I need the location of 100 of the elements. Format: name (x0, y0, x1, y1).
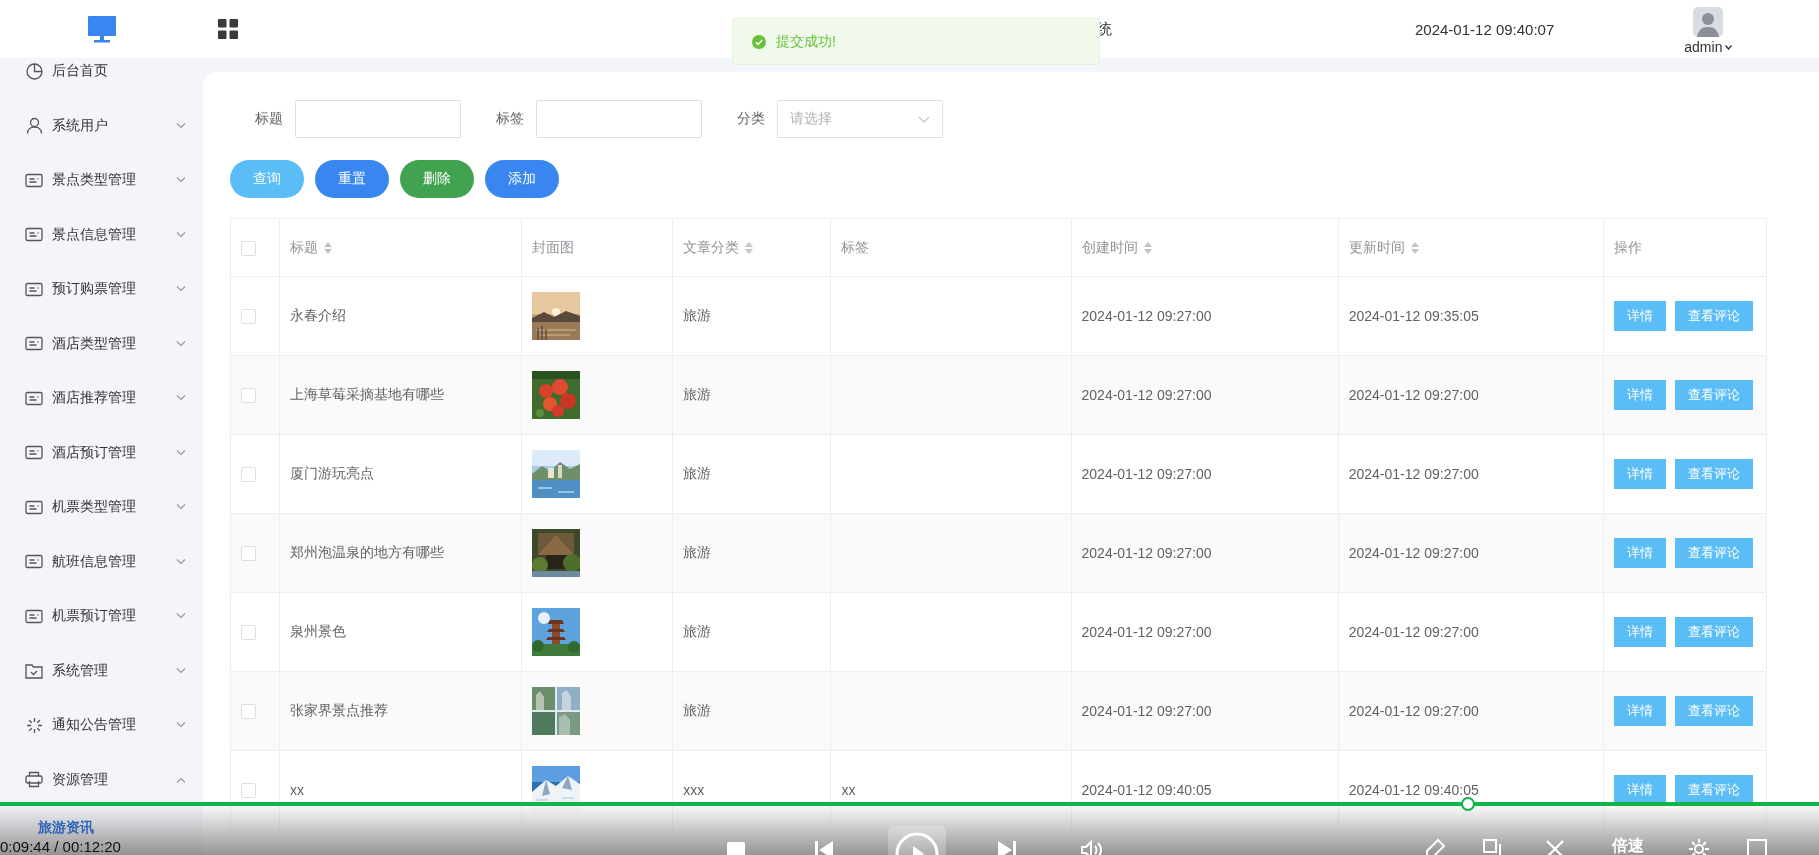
table-cell: 泉州景色 (290, 623, 347, 639)
username[interactable]: admin (1684, 39, 1723, 55)
avatar[interactable] (1693, 7, 1724, 37)
action-button[interactable]: 删除 (400, 160, 474, 198)
sort-icon[interactable] (745, 241, 754, 254)
checkbox[interactable] (241, 309, 256, 325)
sort-icon[interactable] (324, 241, 333, 254)
row-action-button[interactable]: 查看评论 (1674, 538, 1753, 568)
row-action-button[interactable]: 查看评论 (1674, 380, 1753, 410)
sidebar-item[interactable]: 酒店预订管理 (0, 432, 203, 473)
fullscreen-icon[interactable] (1746, 838, 1768, 855)
settings-icon[interactable] (1688, 838, 1710, 855)
row-action-button[interactable]: 查看评论 (1674, 696, 1753, 726)
table-cell: 旅游 (683, 544, 712, 560)
sidebar-item[interactable]: 机票预订管理 (0, 596, 203, 636)
table-cell: 2024-01-12 09:27:00 (1081, 466, 1212, 482)
column-header[interactable]: 文章分类 (683, 238, 740, 257)
action-button[interactable]: 重置 (315, 160, 389, 198)
checkbox[interactable] (241, 625, 256, 641)
table-cell: 旅游 (683, 386, 712, 402)
sidebar-item[interactable]: 通知公告管理 (0, 705, 203, 745)
sidebar-item[interactable]: 资源管理 (0, 759, 203, 800)
input-field[interactable] (536, 100, 702, 138)
table-cell: 2024-01-12 09:27:00 (1081, 703, 1212, 719)
sidebar-item[interactable]: 酒店推荐管理 (0, 378, 203, 418)
user-icon (25, 117, 43, 134)
checkbox[interactable] (241, 388, 256, 404)
action-button[interactable]: 添加 (485, 160, 559, 198)
stop-icon[interactable] (727, 842, 745, 855)
sidebar-item[interactable]: 机票类型管理 (0, 487, 203, 527)
next-icon[interactable] (997, 840, 1017, 855)
table-cell: 旅游 (683, 702, 712, 718)
sidebar-item[interactable]: 预订购票管理 (0, 269, 203, 309)
check-circle-icon (752, 34, 766, 49)
table-cell: 2024-01-12 09:40:05 (1081, 782, 1212, 798)
sidebar-item[interactable]: 航班信息管理 (0, 541, 203, 582)
table-cell: 2024-01-12 09:27:00 (1348, 466, 1479, 482)
column-header[interactable]: 更新时间 (1348, 238, 1405, 257)
row-action-button[interactable]: 查看评论 (1674, 459, 1753, 489)
current-datetime: 2024-01-12 09:40:07 (1415, 20, 1555, 38)
filter-label: 分类 (736, 110, 766, 128)
checkbox[interactable] (241, 467, 256, 483)
sidebar-item[interactable]: 景点类型管理 (0, 160, 203, 200)
sort-icon[interactable] (1143, 241, 1152, 254)
row-action-button[interactable]: 详情 (1613, 538, 1666, 568)
card-icon (25, 172, 43, 188)
row-action-button[interactable]: 详情 (1613, 459, 1666, 489)
row-action-button[interactable]: 查看评论 (1674, 617, 1753, 647)
row-action-button[interactable]: 详情 (1613, 617, 1666, 647)
action-button[interactable]: 查询 (230, 160, 304, 198)
close-icon[interactable] (1545, 839, 1565, 855)
select-field[interactable]: 请选择 (777, 100, 943, 138)
checkbox[interactable] (241, 783, 256, 799)
table-cell: 郑州泡温泉的地方有哪些 (290, 544, 445, 560)
sidebar-item[interactable]: 系统用户 (0, 105, 203, 146)
checkbox[interactable] (241, 240, 256, 256)
volume-icon[interactable] (1080, 840, 1104, 855)
table-cell: xxx (683, 782, 705, 798)
table-cell: 2024-01-12 09:40:05 (1348, 782, 1479, 798)
row-action-button[interactable]: 详情 (1613, 696, 1666, 726)
sidebar-item[interactable]: 后台首页 (0, 58, 203, 91)
table-cell: 旅游 (683, 623, 712, 639)
pie-chart-icon (25, 62, 43, 80)
table-cell: 厦门游玩亮点 (290, 465, 375, 481)
row-action-button[interactable]: 详情 (1613, 380, 1666, 410)
table-cell: 旅游 (683, 465, 712, 481)
row-action-button[interactable]: 详情 (1613, 301, 1666, 331)
grid-menu-icon[interactable] (218, 19, 238, 39)
row-action-button[interactable]: 查看评论 (1674, 301, 1753, 331)
table-cell: xx (841, 782, 856, 798)
checkbox[interactable] (241, 546, 256, 562)
row-action-button[interactable]: 查看评论 (1674, 775, 1753, 805)
sidebar-item[interactable]: 系统管理 (0, 650, 203, 691)
playback-time: 0:09:44 / 00:12:20 (0, 838, 122, 855)
column-header[interactable]: 创建时间 (1081, 238, 1138, 257)
row-action-button[interactable]: 详情 (1613, 775, 1666, 805)
speed-button[interactable]: 倍速 (1612, 836, 1644, 855)
pen-icon[interactable] (1424, 838, 1446, 855)
chevron-icon[interactable] (918, 115, 930, 123)
frame-icon[interactable] (1482, 838, 1504, 855)
play-button[interactable] (888, 826, 946, 855)
card-icon (25, 390, 43, 406)
card-icon (25, 499, 43, 515)
printer-icon (25, 771, 43, 788)
input-field[interactable] (295, 100, 461, 138)
folder-check-icon (25, 662, 43, 679)
caret-icon[interactable] (1725, 44, 1733, 50)
sidebar-subitem[interactable]: 旅游资讯 (38, 818, 94, 838)
sidebar-item[interactable]: 景点信息管理 (0, 214, 203, 255)
sidebar-item[interactable]: 酒店类型管理 (0, 323, 203, 364)
checkbox[interactable] (241, 704, 256, 720)
column-header: 操作 (1613, 238, 1642, 257)
table-cell: 旅游 (683, 307, 712, 323)
previous-icon[interactable] (814, 840, 834, 855)
column-header[interactable]: 标题 (290, 238, 319, 257)
spark-icon (25, 716, 43, 734)
filter-label: 标签 (495, 110, 525, 128)
table-cell: 2024-01-12 09:35:05 (1348, 308, 1479, 324)
sort-icon[interactable] (1410, 241, 1419, 254)
table-cell: 上海草莓采摘基地有哪些 (290, 386, 445, 402)
